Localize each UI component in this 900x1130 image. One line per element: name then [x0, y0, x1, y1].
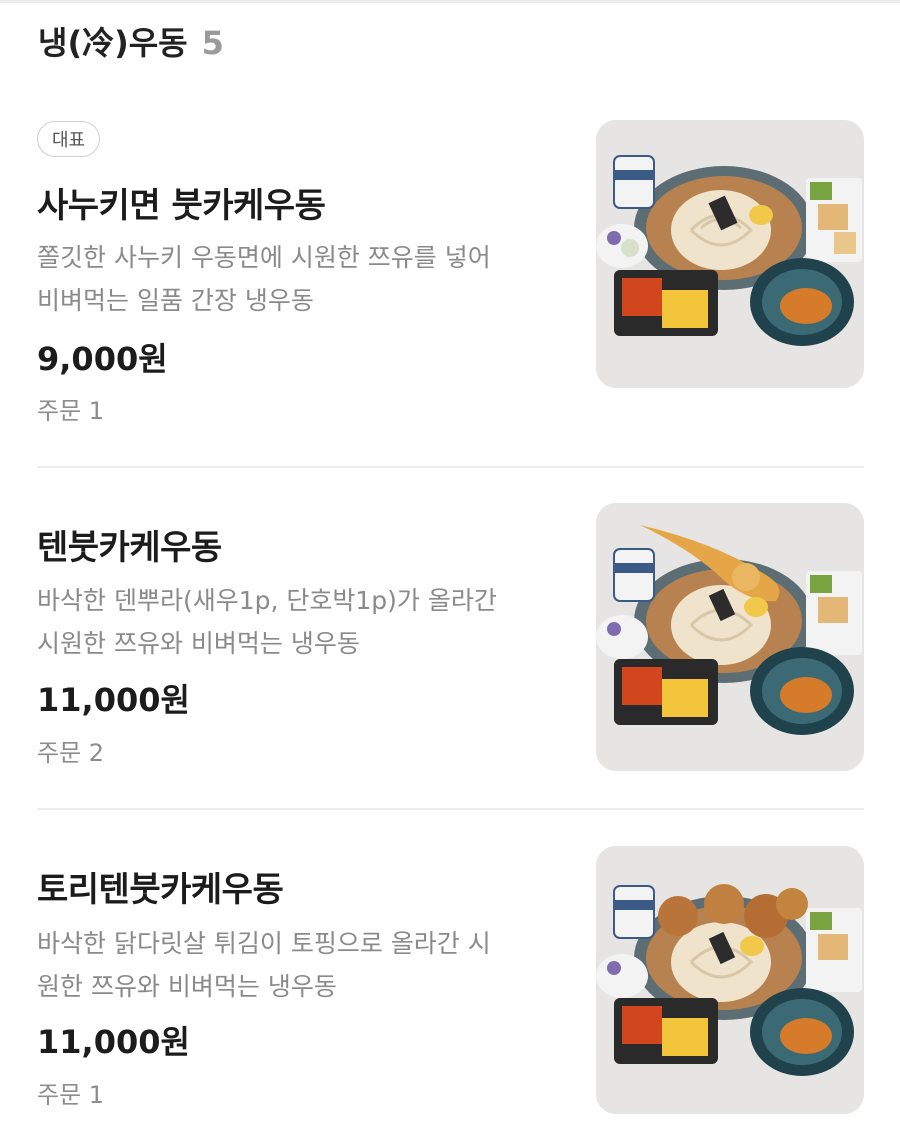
- menu-item-name: 텐붓카케우동: [37, 528, 222, 568]
- item-divider: [37, 808, 864, 810]
- menu-item-price: 11,000원: [37, 1023, 190, 1061]
- menu-item-description-line1: 바삭한 덴뿌라(새우1p, 단호박1p)가 올라간: [37, 586, 497, 615]
- menu-item-price: 11,000원: [37, 681, 190, 719]
- menu-item[interactable]: 토리텐붓카케우동 바삭한 닭다릿살 튀김이 토핑으로 올라간 시 원한 쯔유와 …: [0, 0, 900, 1114]
- menu-item-price: 9,000원: [37, 340, 168, 378]
- menu-item-photo[interactable]: [596, 503, 864, 771]
- menu-item-description-line2: 원한 쯔유와 비벼먹는 냉우동: [37, 972, 337, 1001]
- menu-item-name: 토리텐붓카케우동: [37, 870, 284, 910]
- menu-item-description-line1: 바삭한 닭다릿살 튀김이 토핑으로 올라간 시: [37, 929, 491, 958]
- menu-item-order-count: 주문 1: [37, 397, 105, 425]
- menu-item-order-count: 주문 2: [37, 739, 105, 767]
- menu-item-description-line2: 시원한 쯔유와 비벼먹는 냉우동: [37, 629, 360, 658]
- menu-item-order-count: 주문 1: [37, 1081, 105, 1109]
- item-divider: [37, 466, 864, 468]
- menu-item-photo[interactable]: [596, 846, 864, 1114]
